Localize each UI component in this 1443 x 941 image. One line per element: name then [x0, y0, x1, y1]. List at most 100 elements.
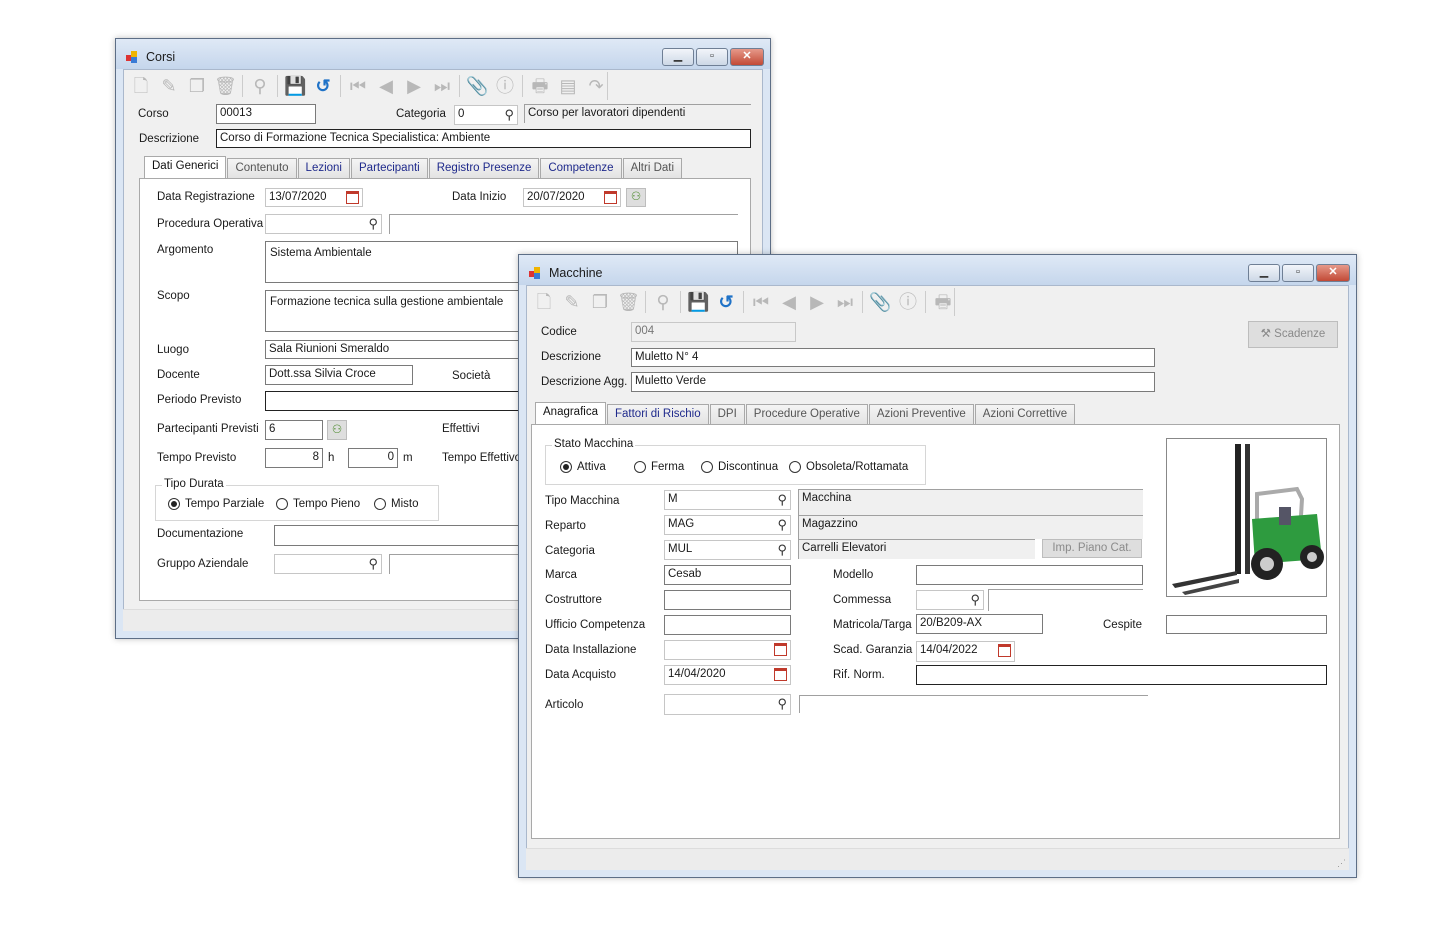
search-icon[interactable]: ⚲ [249, 75, 271, 97]
copy-icon[interactable]: ❐ [186, 75, 208, 97]
last-record-icon[interactable]: ⏭ [834, 291, 856, 313]
descrizione-input[interactable]: Corso di Formazione Tecnica Specialistic… [216, 129, 751, 148]
first-record-icon[interactable]: ⏮ [347, 75, 369, 97]
next-record-icon[interactable]: ▶ [403, 75, 425, 97]
tab-registro-presenze[interactable]: Registro Presenze [428, 158, 540, 178]
minimize-button[interactable]: ▁ [1248, 264, 1280, 282]
tab-partecipanti[interactable]: Partecipanti [351, 158, 428, 178]
undo-icon[interactable]: ↺ [715, 291, 737, 313]
delete-icon[interactable]: 🗑 [617, 291, 640, 313]
costruttore-input[interactable] [664, 590, 791, 610]
tab-azioni-preventive[interactable]: Azioni Preventive [868, 404, 974, 424]
data-registrazione-input[interactable]: 13/07/2020 [265, 188, 363, 207]
calendar-icon[interactable] [604, 191, 617, 204]
rif-norm-input[interactable] [916, 665, 1327, 685]
descrizione-agg-input[interactable]: Muletto Verde [631, 372, 1155, 392]
next-record-icon[interactable]: ▶ [806, 291, 828, 313]
redo-icon[interactable]: ↷ [585, 75, 607, 97]
info-icon[interactable]: ⓘ [897, 291, 919, 313]
codice-input[interactable]: 004 [631, 322, 796, 342]
new-document-icon[interactable]: 🗋 [130, 75, 152, 97]
imp-piano-cat-button[interactable]: Imp. Piano Cat. [1042, 539, 1142, 558]
print-icon[interactable]: 🖶 [932, 291, 954, 313]
search-icon[interactable]: ⚲ [368, 216, 378, 231]
radio-tempo-parziale[interactable]: Tempo Parziale [168, 498, 264, 510]
maximize-button[interactable]: ▫ [1282, 264, 1314, 282]
search-icon[interactable]: ⚲ [504, 107, 514, 122]
undo-icon[interactable]: ↺ [312, 75, 334, 97]
matricola-input[interactable]: 20/B209-AX [916, 614, 1043, 634]
search-icon[interactable]: ⚲ [970, 592, 980, 607]
first-record-icon[interactable]: ⏮ [750, 291, 772, 313]
title-bar[interactable]: Macchine ▁ ▫ ✕ [519, 255, 1356, 285]
participants-button[interactable]: ⚇ [327, 420, 347, 440]
new-document-icon[interactable]: 🗋 [533, 291, 555, 313]
last-record-icon[interactable]: ⏭ [431, 75, 453, 97]
data-acquisto-input[interactable]: 14/04/2020 [664, 665, 791, 685]
tempo-minuti-input[interactable]: 0 [348, 448, 398, 468]
save-icon[interactable]: 💾 [687, 291, 709, 313]
search-icon[interactable]: ⚲ [652, 291, 674, 313]
categoria-input[interactable]: MUL ⚲ [664, 540, 791, 560]
tab-dpi[interactable]: DPI [709, 404, 745, 424]
edit-icon[interactable]: ✎ [561, 291, 583, 313]
radio-discontinua[interactable]: Discontinua [701, 461, 778, 473]
title-bar[interactable]: Corsi ▁ ▫ ✕ [116, 39, 770, 69]
tab-fattori-di-rischio[interactable]: Fattori di Rischio [606, 404, 709, 424]
previous-record-icon[interactable]: ◀ [778, 291, 800, 313]
minimize-button[interactable]: ▁ [662, 48, 694, 66]
search-icon[interactable]: ⚲ [777, 517, 787, 532]
tempo-ore-input[interactable]: 8 [265, 448, 323, 468]
articolo-input[interactable]: ⚲ [664, 694, 791, 715]
calendar-icon[interactable] [998, 644, 1011, 657]
data-installazione-input[interactable] [664, 640, 791, 660]
edit-icon[interactable]: ✎ [158, 75, 180, 97]
radio-tempo-pieno[interactable]: Tempo Pieno [276, 498, 360, 510]
scadenze-button[interactable]: ⚒ Scadenze [1248, 321, 1338, 348]
commessa-input[interactable]: ⚲ [916, 590, 984, 610]
attachment-icon[interactable]: 📎 [869, 291, 891, 313]
info-icon[interactable]: ⓘ [494, 75, 516, 97]
marca-input[interactable]: Cesab [664, 565, 791, 585]
gruppo-input[interactable]: ⚲ [274, 554, 382, 574]
tab-dati-generici[interactable]: Dati Generici [144, 156, 227, 178]
search-icon[interactable]: ⚲ [777, 492, 787, 507]
previous-record-icon[interactable]: ◀ [375, 75, 397, 97]
radio-ferma[interactable]: Ferma [634, 461, 684, 473]
attachment-icon[interactable]: 📎 [466, 75, 488, 97]
search-icon[interactable]: ⚲ [368, 556, 378, 571]
tab-competenze[interactable]: Competenze [540, 158, 622, 178]
categoria-input[interactable]: 0 ⚲ [454, 105, 518, 125]
people-button[interactable]: ⚇ [626, 188, 646, 207]
partecipanti-input[interactable]: 6 [265, 420, 323, 440]
tab-altri-dati[interactable]: Altri Dati [622, 158, 683, 178]
maximize-button[interactable]: ▫ [696, 48, 728, 66]
calendar-icon[interactable] [346, 191, 359, 204]
calendar-icon[interactable] [774, 668, 787, 681]
calendar-icon[interactable] [774, 643, 787, 656]
reparto-input[interactable]: MAG ⚲ [664, 515, 791, 535]
tab-contenuto[interactable]: Contenuto [227, 158, 297, 178]
cespite-input[interactable] [1166, 615, 1327, 634]
resize-grip-icon[interactable]: ⋰ [1337, 858, 1346, 869]
data-inizio-input[interactable]: 20/07/2020 [523, 188, 621, 207]
procedura-input[interactable]: ⚲ [265, 214, 382, 234]
copy-icon[interactable]: ❐ [589, 291, 611, 313]
tab-lezioni[interactable]: Lezioni [297, 158, 350, 178]
ufficio-input[interactable] [664, 615, 791, 635]
delete-icon[interactable]: 🗑 [214, 75, 237, 97]
tab-anagrafica[interactable]: Anagrafica [535, 402, 606, 424]
modello-input[interactable] [916, 565, 1143, 585]
radio-obsoleta-rottamata[interactable]: Obsoleta/Rottamata [789, 461, 908, 473]
save-icon[interactable]: 💾 [284, 75, 306, 97]
tab-azioni-correttive[interactable]: Azioni Correttive [974, 404, 1076, 424]
print-icon[interactable]: 🖶 [529, 75, 551, 97]
tipo-macchina-input[interactable]: M ⚲ [664, 490, 791, 510]
search-icon[interactable]: ⚲ [777, 542, 787, 557]
radio-misto[interactable]: Misto [374, 498, 418, 510]
report-icon[interactable]: ▤ [557, 75, 579, 97]
close-button[interactable]: ✕ [1316, 264, 1350, 282]
tab-procedure-operative[interactable]: Procedure Operative [745, 404, 868, 424]
close-button[interactable]: ✕ [730, 48, 764, 66]
search-icon[interactable]: ⚲ [777, 696, 787, 711]
